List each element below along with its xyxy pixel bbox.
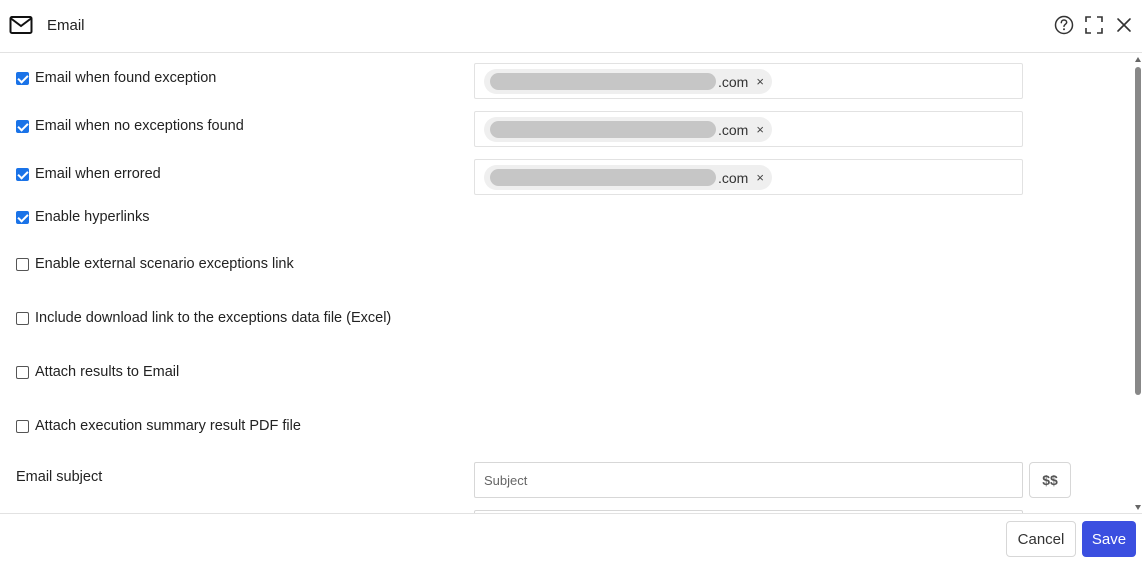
option-email-errored[interactable]: Email when errored: [16, 165, 161, 183]
dialog-title: Email: [47, 17, 85, 34]
option-enable-hyperlinks[interactable]: Enable hyperlinks: [16, 208, 149, 226]
email-domain-suffix: .com: [718, 169, 749, 186]
option-external-scenario-link[interactable]: Enable external scenario exceptions link: [16, 255, 294, 273]
option-label: Attach execution summary result PDF file: [35, 418, 301, 434]
option-label: Email when errored: [35, 166, 161, 182]
option-label: Enable hyperlinks: [35, 209, 150, 225]
checkbox-external-scenario-link[interactable]: [16, 257, 29, 271]
option-attach-summary-pdf[interactable]: Attach execution summary result PDF file: [16, 417, 301, 435]
chip-remove-icon[interactable]: ×: [756, 170, 764, 185]
option-email-no-exceptions[interactable]: Email when no exceptions found: [16, 117, 244, 135]
close-button[interactable]: [1112, 13, 1136, 37]
checkbox-email-no-exceptions[interactable]: [16, 119, 29, 133]
chip-remove-icon[interactable]: ×: [756, 74, 764, 89]
help-button[interactable]: [1052, 13, 1076, 37]
option-download-link-excel[interactable]: Include download link to the exceptions …: [16, 309, 391, 327]
checkbox-enable-hyperlinks[interactable]: [16, 210, 29, 224]
option-email-found-exception[interactable]: Email when found exception: [16, 69, 216, 87]
checkbox-attach-results[interactable]: [16, 365, 29, 379]
save-button[interactable]: Save: [1082, 521, 1136, 557]
checkbox-download-link-excel[interactable]: [16, 311, 29, 325]
redacted-email: [490, 121, 716, 138]
email-domain-suffix: .com: [718, 121, 749, 138]
insert-variable-button[interactable]: $$: [1029, 462, 1071, 498]
redacted-email: [490, 169, 716, 186]
option-label: Enable external scenario exceptions link: [35, 256, 294, 272]
email-domain-suffix: .com: [718, 73, 749, 90]
recipients-found-exception[interactable]: .com ×: [474, 63, 1023, 99]
option-label: Include download link to the exceptions …: [35, 310, 392, 326]
recipient-chip: .com ×: [484, 69, 772, 94]
recipient-chip: .com ×: [484, 165, 772, 190]
redacted-email: [490, 73, 716, 90]
expand-icon: [1085, 16, 1103, 34]
dialog-footer: Cancel Save: [0, 513, 1142, 562]
recipients-errored[interactable]: .com ×: [474, 159, 1023, 195]
checkbox-attach-summary-pdf[interactable]: [16, 419, 29, 433]
option-attach-results[interactable]: Attach results to Email: [16, 363, 179, 381]
checkbox-email-found-exception[interactable]: [16, 71, 29, 85]
mail-icon: [9, 16, 33, 34]
help-icon: [1054, 15, 1074, 35]
scroll-down-icon[interactable]: [1135, 505, 1141, 510]
option-label: Email when no exceptions found: [35, 118, 244, 134]
email-subject-input[interactable]: [474, 462, 1023, 498]
email-subject-label: Email subject: [16, 469, 103, 485]
scroll-up-icon[interactable]: [1135, 57, 1141, 62]
dialog-body: Email when found exception Email when no…: [0, 54, 1134, 513]
close-icon: [1117, 18, 1131, 32]
recipients-no-exceptions[interactable]: .com ×: [474, 111, 1023, 147]
scrollbar-thumb[interactable]: [1135, 67, 1141, 395]
dialog-header: Email: [0, 0, 1142, 53]
option-label: Email when found exception: [35, 70, 217, 86]
chip-remove-icon[interactable]: ×: [756, 122, 764, 137]
cancel-button[interactable]: Cancel: [1006, 521, 1076, 557]
option-label: Attach results to Email: [35, 364, 180, 380]
recipient-chip: .com ×: [484, 117, 772, 142]
checkbox-email-errored[interactable]: [16, 167, 29, 181]
expand-button[interactable]: [1082, 13, 1106, 37]
vertical-scrollbar[interactable]: [1134, 54, 1142, 513]
